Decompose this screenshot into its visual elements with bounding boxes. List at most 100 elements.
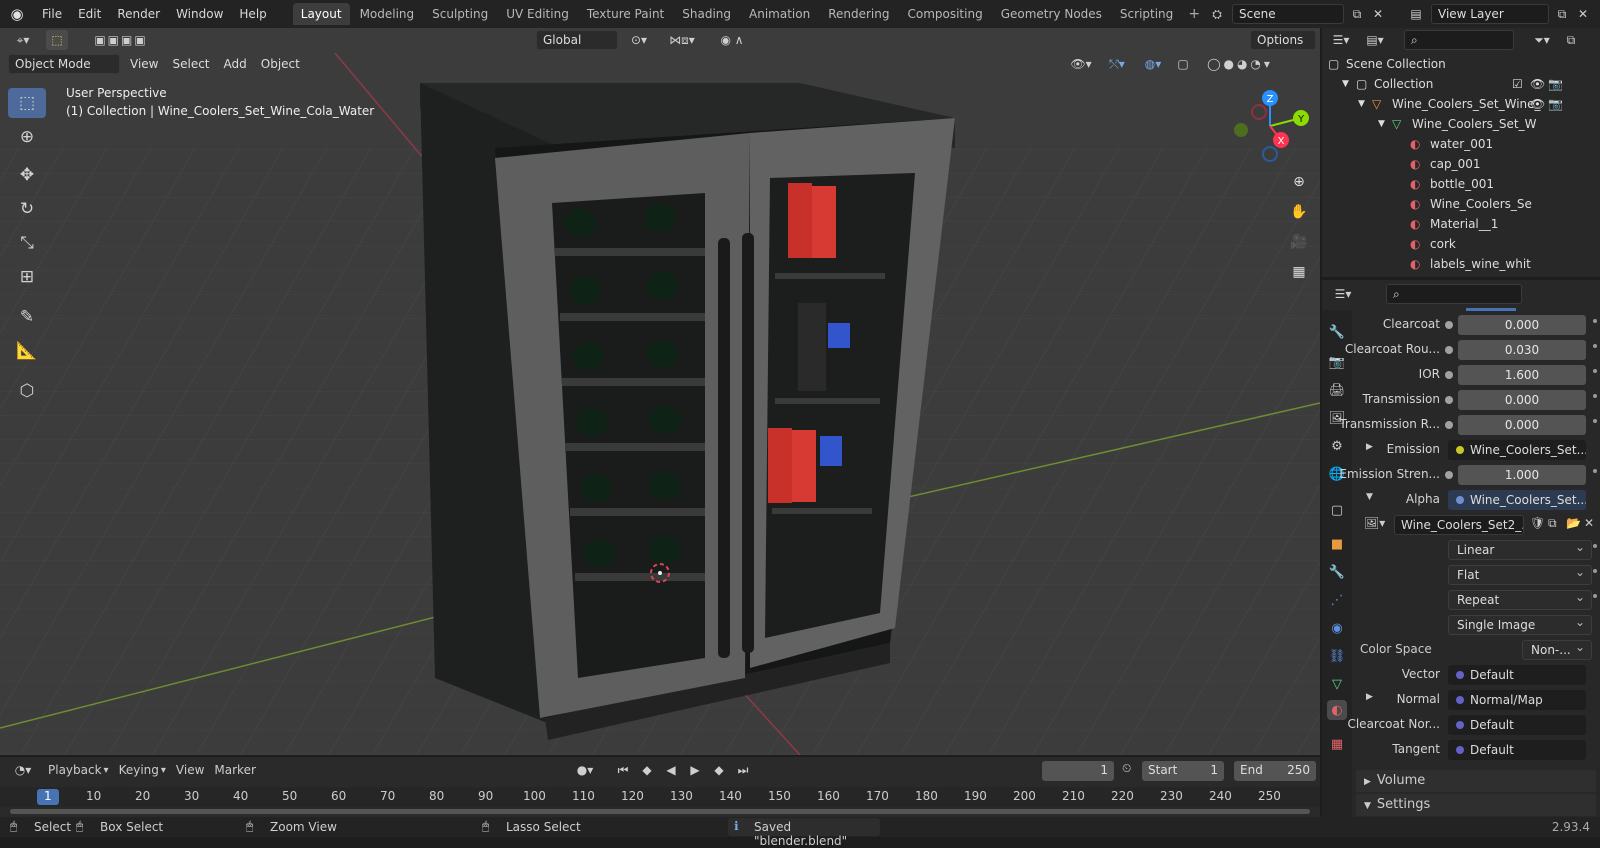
keyframe-type-icon[interactable]: ●▾: [570, 760, 600, 780]
new-collection-icon[interactable]: ⧉: [1562, 30, 1580, 50]
outliner-object[interactable]: ▼ ▽ Wine_Coolers_Set_Wine_ 👁 📷: [1358, 94, 1594, 114]
projection-dropdown[interactable]: Flat: [1448, 563, 1592, 585]
delete-view-layer-icon[interactable]: ✕: [1575, 4, 1591, 24]
fake-user-icon[interactable]: 🛡: [1530, 516, 1545, 530]
end-frame-field[interactable]: End 250: [1234, 761, 1316, 781]
menu-edit[interactable]: Edit: [70, 0, 109, 28]
delete-scene-icon[interactable]: ✕: [1370, 4, 1386, 24]
orientation-dropdown[interactable]: Global: [536, 30, 618, 50]
editor-type-icon[interactable]: ⌖▾: [8, 30, 38, 50]
wine-cooler-model[interactable]: [420, 83, 955, 740]
outliner-type-icon[interactable]: ☰▾: [1328, 30, 1354, 50]
tab-modeling[interactable]: Modeling: [352, 3, 423, 25]
play-reverse-icon[interactable]: ◀: [662, 760, 680, 780]
blender-logo-icon[interactable]: ◉: [0, 0, 34, 28]
object-tab-icon[interactable]: ■: [1327, 534, 1347, 554]
outliner-material[interactable]: ◐ Wine_Coolers_Se: [1410, 194, 1532, 214]
eye-icon[interactable]: 👁: [1530, 77, 1545, 91]
view-layer-icon[interactable]: ▤: [1405, 4, 1427, 24]
alpha-link-field[interactable]: Wine_Coolers_Set...: [1448, 490, 1586, 510]
expand-icon[interactable]: ▼: [1378, 119, 1392, 129]
checkbox-icon[interactable]: ☑: [1512, 77, 1523, 91]
new-view-layer-icon[interactable]: ⧉: [1553, 4, 1571, 24]
keyframe-icon[interactable]: [1593, 544, 1597, 548]
tab-layout[interactable]: Layout: [292, 3, 350, 25]
current-frame-field[interactable]: 1: [1042, 761, 1114, 781]
3d-viewport[interactable]: ⌖▾ ⬚ ▣▣▣▣ Global ⊙▾ ⋈⧈▾ ◉ ∧ Options Obje…: [0, 28, 1320, 755]
outliner-collection[interactable]: ▼ ▢ Collection ☑ 👁 📷: [1342, 74, 1592, 94]
jump-end-icon[interactable]: ⏭: [734, 760, 752, 780]
emission-link-field[interactable]: Wine_Coolers_Set...: [1448, 440, 1586, 460]
duplicate-image-icon[interactable]: ⧉: [1548, 516, 1557, 531]
scene-icon[interactable]: ⛭: [1206, 4, 1228, 24]
selection-mode-icons[interactable]: ▣▣▣▣: [76, 30, 166, 50]
properties-search-input[interactable]: ⌕: [1386, 284, 1522, 304]
tab-scripting[interactable]: Scripting: [1112, 3, 1181, 25]
data-tab-icon[interactable]: ▽: [1327, 674, 1347, 694]
open-image-icon[interactable]: 📂: [1566, 516, 1581, 530]
vector-link-field[interactable]: Default: [1448, 665, 1586, 685]
interpolation-dropdown[interactable]: Linear: [1448, 538, 1592, 560]
visibility-icon[interactable]: 👁▾: [1066, 54, 1096, 74]
playback-menu[interactable]: Playback: [48, 763, 102, 777]
zoom-icon[interactable]: ⊕: [1286, 169, 1312, 195]
outliner-mesh-data[interactable]: ▼ ▽ Wine_Coolers_Set_W: [1378, 114, 1536, 134]
tab-geometry-nodes[interactable]: Geometry Nodes: [993, 3, 1110, 25]
jump-start-icon[interactable]: ⏮: [614, 760, 632, 780]
constraints-tab-icon[interactable]: ⛓: [1327, 646, 1347, 666]
add-workspace-icon[interactable]: +: [1183, 6, 1205, 22]
menu-render[interactable]: Render: [109, 0, 168, 28]
timeline-view-menu[interactable]: View: [176, 763, 204, 777]
outliner-material[interactable]: ◐ water_001: [1410, 134, 1493, 154]
menu-select[interactable]: Select: [168, 57, 213, 71]
timeline-editor-icon[interactable]: ◔▾: [8, 760, 38, 780]
clearcoat-normal-link-field[interactable]: Default: [1448, 715, 1586, 735]
add-cube-tool-icon[interactable]: ⬡: [8, 376, 46, 406]
keyframe-icon[interactable]: [1593, 344, 1597, 348]
keyframe-icon[interactable]: [1593, 569, 1597, 573]
outliner-material[interactable]: ◐ cork: [1410, 234, 1456, 254]
prev-keyframe-icon[interactable]: ◆: [638, 760, 656, 780]
outliner-scene-collection[interactable]: ▢ Scene Collection: [1328, 54, 1446, 74]
clearcoat-roughness-field[interactable]: 0.030: [1458, 340, 1586, 360]
particles-tab-icon[interactable]: ⋰: [1327, 590, 1347, 610]
expand-icon[interactable]: ▼: [1342, 79, 1356, 89]
display-mode-icon[interactable]: ▤▾: [1362, 30, 1388, 50]
cursor-tool-icon[interactable]: ⊕: [8, 122, 46, 152]
image-browse-icon[interactable]: 🖼▾: [1364, 516, 1385, 530]
modifier-tab-icon[interactable]: 🔧: [1327, 562, 1347, 582]
expand-icon[interactable]: ▼: [1358, 99, 1372, 109]
keyframe-icon[interactable]: [1593, 319, 1597, 323]
unlink-image-icon[interactable]: ✕: [1584, 516, 1594, 530]
collapse-icon[interactable]: ▼: [1366, 492, 1373, 502]
scene-tab-icon[interactable]: ⚙: [1327, 436, 1347, 456]
camera-icon[interactable]: 📷: [1548, 77, 1563, 91]
overlays-icon[interactable]: ◍▾: [1138, 54, 1168, 74]
scale-tool-icon[interactable]: ⤡: [8, 228, 46, 258]
extension-dropdown[interactable]: Repeat: [1448, 588, 1592, 610]
transmission-roughness-field[interactable]: 0.000: [1458, 415, 1586, 435]
image-name-field[interactable]: Wine_Coolers_Set2_...: [1394, 515, 1524, 535]
view-layer-field[interactable]: View Layer: [1431, 4, 1549, 24]
source-dropdown[interactable]: Single Image: [1448, 613, 1592, 635]
emission-strength-field[interactable]: 1.000: [1458, 465, 1586, 485]
tab-animation[interactable]: Animation: [741, 3, 818, 25]
keyframe-icon[interactable]: [1593, 469, 1597, 473]
camera-view-icon[interactable]: 🎥: [1286, 229, 1312, 255]
outliner-material[interactable]: ◐ cap_001: [1410, 154, 1480, 174]
eye-icon[interactable]: 👁: [1530, 97, 1545, 111]
tab-uv-editing[interactable]: UV Editing: [498, 3, 577, 25]
tool-tab-icon[interactable]: 🔧: [1327, 322, 1347, 342]
navigation-gizmo[interactable]: Z Y X: [1225, 88, 1315, 168]
expand-icon[interactable]: ▶: [1366, 692, 1373, 702]
object-mode-dropdown[interactable]: Object Mode: [8, 54, 120, 74]
properties-type-icon[interactable]: ☰▾: [1330, 284, 1356, 304]
snap-icon[interactable]: ⋈⧈▾: [660, 30, 704, 50]
menu-help[interactable]: Help: [231, 0, 274, 28]
keyframe-icon[interactable]: [1593, 369, 1597, 373]
transform-tool-icon[interactable]: ⊞: [8, 262, 46, 292]
menu-window[interactable]: Window: [168, 0, 231, 28]
physics-tab-icon[interactable]: ◉: [1327, 618, 1347, 638]
outliner-material[interactable]: ◐ Material__1: [1410, 214, 1498, 234]
camera-icon[interactable]: 📷: [1548, 97, 1563, 111]
